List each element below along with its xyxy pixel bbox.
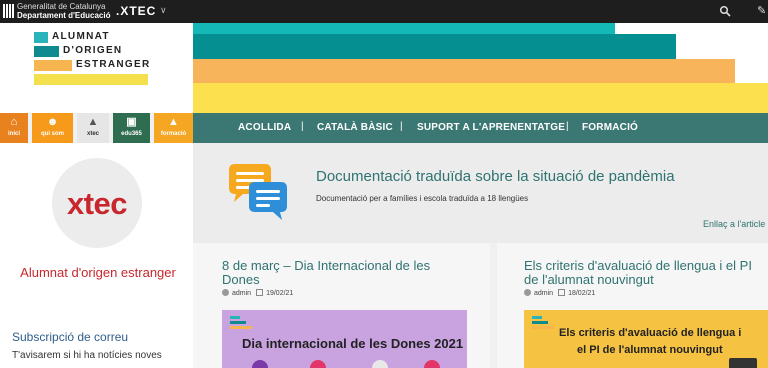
stripe-1 — [193, 23, 615, 34]
logo-bar-1 — [34, 32, 48, 43]
nav-tile-label: qui som — [40, 131, 64, 137]
stripe-3 — [193, 59, 735, 83]
gencat-logo-icon[interactable] — [3, 4, 14, 18]
home-icon: ⌂ — [10, 116, 18, 128]
post-author[interactable]: admin — [534, 290, 553, 297]
logo-word-3: ESTRANGER — [76, 59, 151, 70]
post-date: 19/02/21 — [266, 290, 294, 297]
tools-icon[interactable]: ✎ — [757, 4, 766, 17]
site-name[interactable]: Alumnat d'origen estranger — [10, 263, 186, 282]
logo-bar-3 — [34, 60, 72, 71]
nav-tile-label: inici — [7, 131, 20, 137]
nav-separator: | — [400, 121, 403, 132]
post-image[interactable]: Els criteris d'avaluació de llengua i el… — [524, 310, 768, 368]
post-date: 18/02/21 — [568, 290, 596, 297]
decor-blob — [252, 360, 268, 368]
xtec-logo-text: xtec — [66, 186, 128, 221]
sidebar: xtec Alumnat d'origen estranger Subscrip… — [0, 143, 193, 368]
search-icon[interactable] — [719, 5, 731, 17]
xtec-logo[interactable]: xtec — [52, 158, 142, 248]
stripe-2 — [193, 34, 676, 59]
logo-bar-4 — [34, 74, 148, 85]
post-image-text: Dia internacional de les Dones 2021 — [242, 336, 464, 351]
calendar-icon — [256, 289, 264, 296]
decor-blob — [372, 360, 388, 368]
nav-separator: | — [301, 121, 304, 132]
decor-device — [729, 358, 757, 368]
nav-tile-xtec[interactable]: ▲ xtec — [77, 113, 109, 143]
nav-acollida[interactable]: ACOLLIDA — [238, 122, 291, 133]
xtec-menu-button[interactable]: .XTEC — [116, 4, 156, 18]
post-author[interactable]: admin — [232, 290, 251, 297]
featured-link[interactable]: Enllaç a l'article — [703, 219, 765, 229]
nav-tile-formacio[interactable]: ▲ formació — [154, 113, 193, 143]
main-nav: ACOLLIDA | CATALÀ BÀSIC | SUPORT A L'APR… — [193, 113, 768, 143]
chevron-down-icon[interactable]: ∨ — [160, 5, 167, 16]
user-icon — [524, 289, 531, 296]
nav-tile-label: edu365 — [121, 131, 142, 137]
graduation-cap-icon: ▲ — [87, 116, 99, 128]
post-image-text-1: Els criteris d'avaluació de llengua i — [559, 327, 742, 339]
logo-word-2: D'ORIGEN — [63, 45, 123, 56]
mini-logo — [532, 316, 554, 331]
nav-tile-edu365[interactable]: ▣ edu365 — [113, 113, 150, 143]
post-title[interactable]: Els criteris d'avaluació de llengua i el… — [524, 259, 768, 287]
nav-tile-inici[interactable]: ⌂ inici — [0, 113, 28, 143]
stripe-4 — [193, 83, 768, 113]
post-title[interactable]: 8 de març – Dia Internacional de les Don… — [222, 259, 452, 287]
post-card: 8 de març – Dia Internacional de les Don… — [193, 243, 490, 368]
top-bar: Generalitat de Catalunya Departament d'E… — [0, 0, 768, 23]
gencat-line-2: Departament d'Educació — [17, 11, 111, 20]
post-card: Els criteris d'avaluació de llengua i el… — [497, 243, 768, 368]
people-icon: ☻ — [46, 116, 59, 128]
subscribe-text: T'avisarem si hi ha notícies noves — [12, 350, 162, 361]
gencat-brand[interactable]: Generalitat de Catalunya Departament d'E… — [17, 2, 110, 20]
mini-logo — [230, 316, 252, 331]
gencat-line-1: Generalitat de Catalunya — [17, 2, 106, 11]
nav-catala-basic[interactable]: CATALÀ BÀSIC — [317, 122, 393, 133]
site-logo[interactable]: ALUMNAT D'ORIGEN ESTRANGER — [0, 23, 193, 113]
logo-word-1: ALUMNAT — [52, 31, 110, 42]
featured-article: Documentació traduïda sobre la situació … — [193, 143, 768, 243]
nav-tile-label: xtec — [86, 131, 99, 137]
post-meta: admin 18/02/21 — [524, 289, 595, 297]
monitor-icon: ▣ — [126, 116, 137, 128]
mortarboard-icon: ▲ — [168, 116, 179, 128]
post-meta: admin 19/02/21 — [222, 289, 293, 297]
user-icon — [222, 289, 229, 296]
nav-tile-label: formació — [160, 131, 187, 137]
post-image-text-2: el PI de l'alumnat nouvingut — [577, 344, 723, 356]
header-stripes — [193, 23, 768, 113]
calendar-icon — [558, 289, 566, 296]
decor-blob — [310, 360, 326, 368]
post-image[interactable]: Dia internacional de les Dones 2021 — [222, 310, 467, 368]
featured-title[interactable]: Documentació traduïda sobre la situació … — [316, 168, 675, 185]
icon-nav: ⌂ inici ☻ qui som ▲ xtec ▣ edu365 ▲ form… — [0, 113, 193, 143]
decor-blob — [424, 360, 440, 368]
featured-text: Documentació per a famílies i escola tra… — [316, 194, 529, 203]
nav-tile-qui-som[interactable]: ☻ qui som — [32, 113, 73, 143]
logo-bar-2 — [34, 46, 59, 57]
chat-bubbles-icon — [229, 164, 287, 220]
nav-separator: | — [566, 121, 569, 132]
nav-formacio[interactable]: FORMACIÓ — [582, 122, 638, 133]
subscribe-title: Subscripció de correu — [12, 330, 129, 344]
nav-suport-aprenentatge[interactable]: SUPORT A L'APRENENTATGE — [417, 122, 565, 133]
